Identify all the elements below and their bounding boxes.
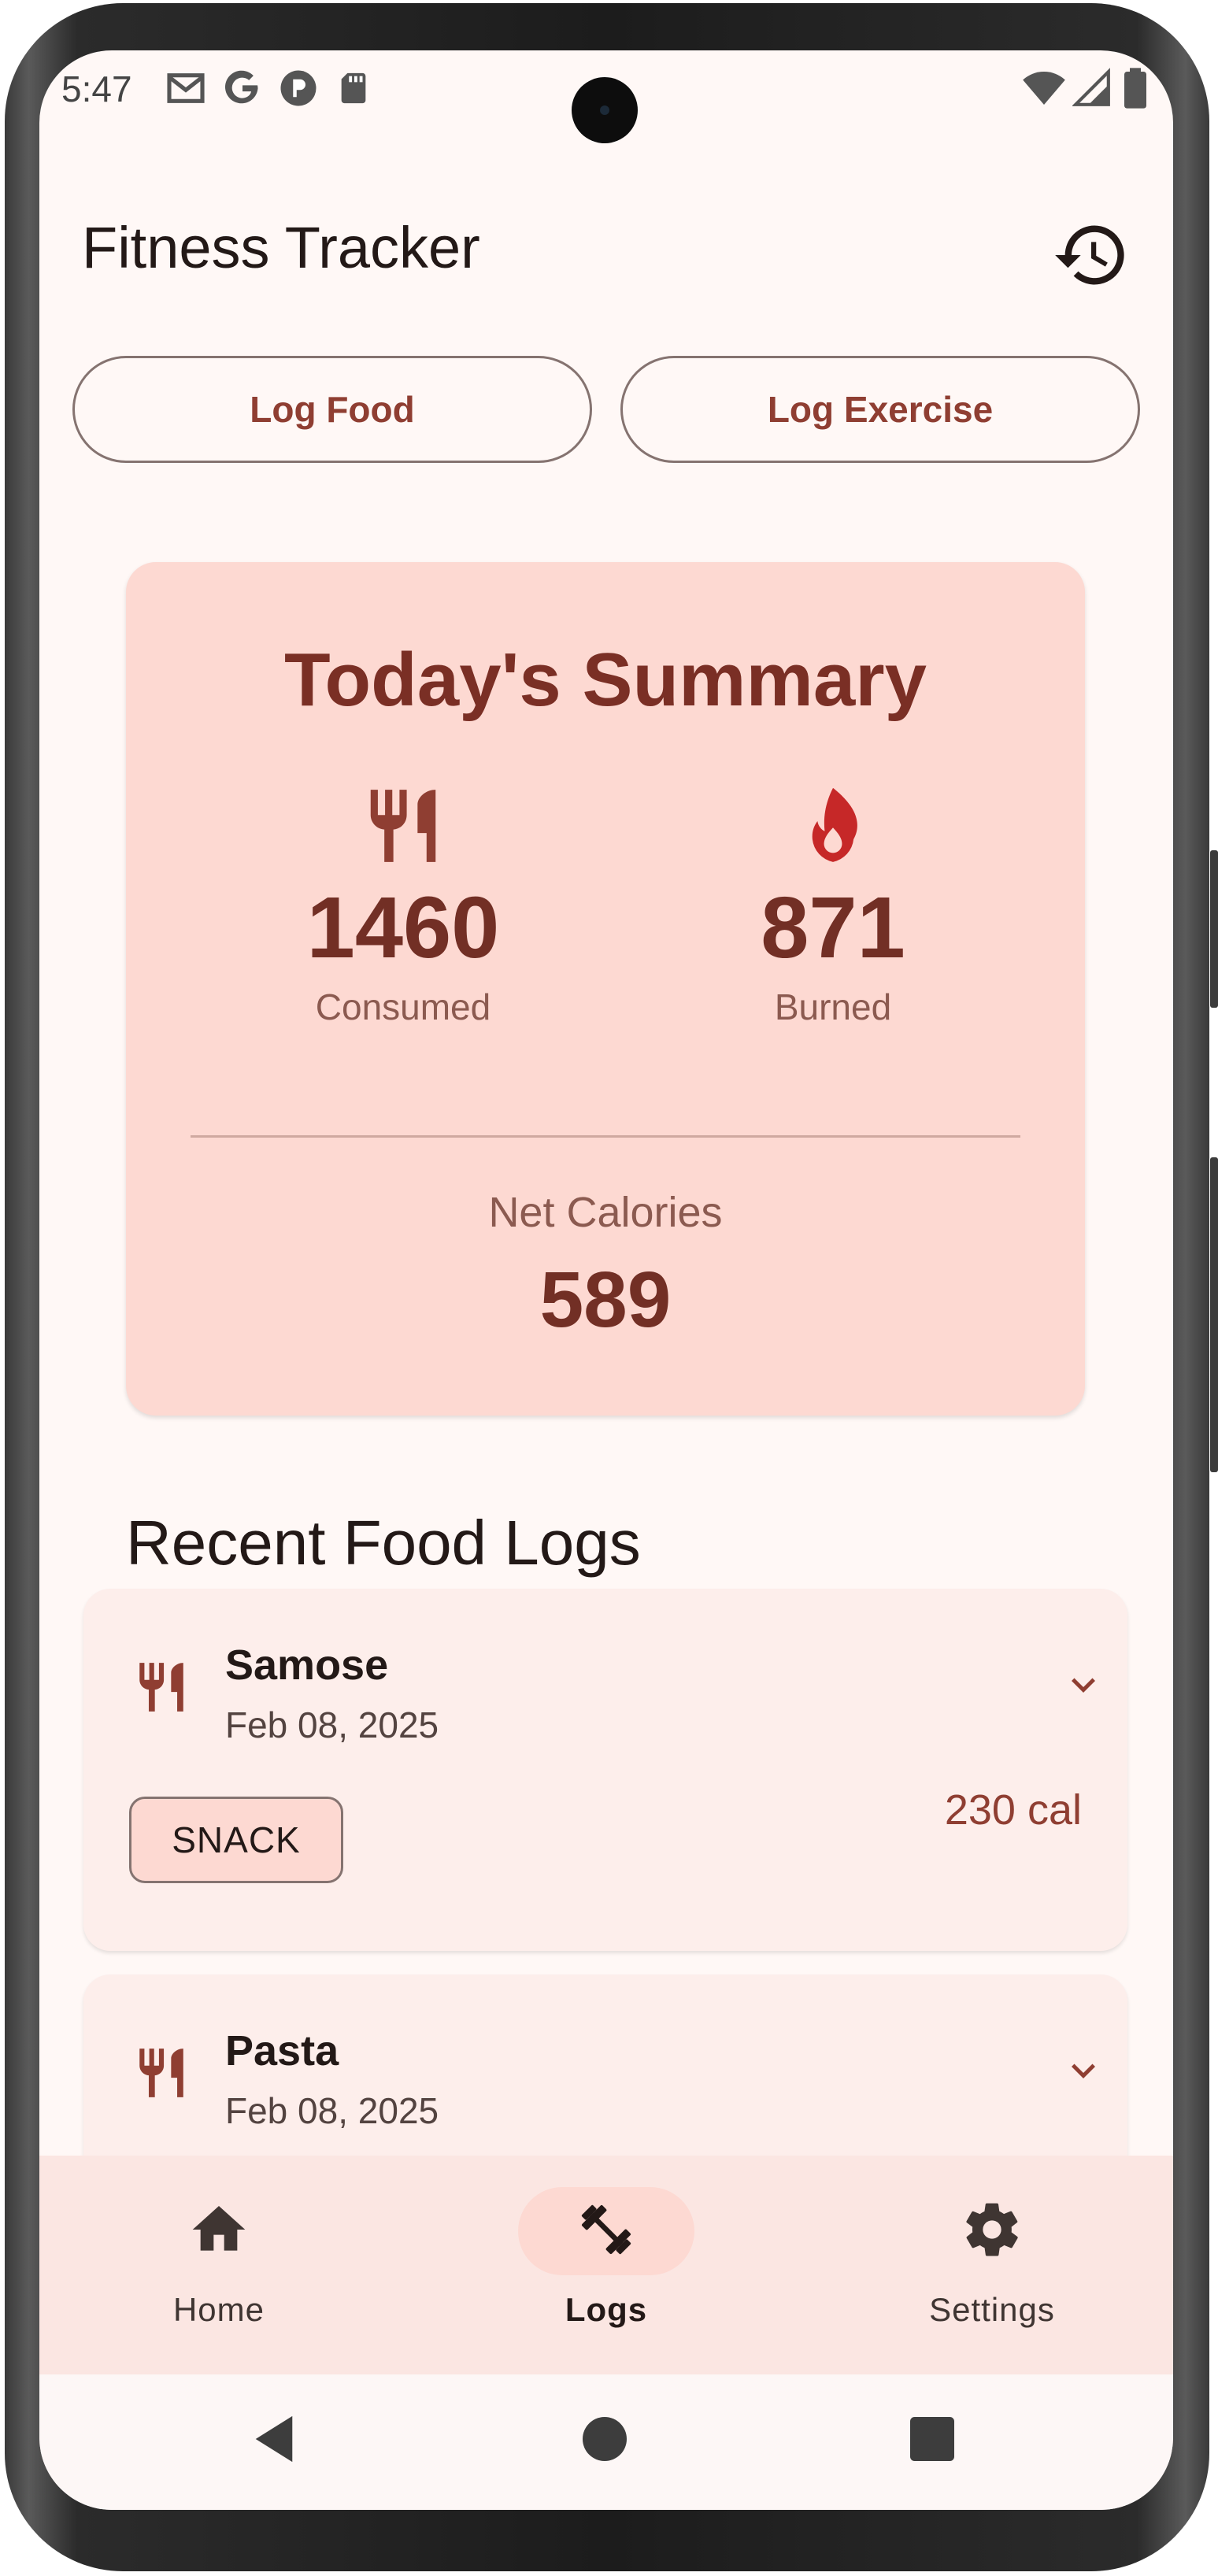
- food-log-date: Feb 08, 2025: [225, 2090, 439, 2131]
- nav-item-settings[interactable]: Settings: [866, 2156, 1118, 2374]
- restaurant-icon: [139, 1663, 183, 1712]
- power-button: [1210, 1157, 1218, 1472]
- nav-label-settings: Settings: [929, 2291, 1055, 2328]
- log-food-button[interactable]: Log Food: [72, 356, 592, 463]
- app-notification-icon: [280, 70, 317, 106]
- net-calories-label: Net Calories: [488, 1189, 723, 1236]
- consumed-stat: 1460 Consumed: [246, 783, 561, 1028]
- summary-divider: [191, 1135, 1020, 1138]
- dumbbell-icon: [581, 2204, 631, 2255]
- food-log-date: Feb 08, 2025: [225, 1704, 439, 1745]
- signal-icon: [1072, 68, 1110, 106]
- system-navigation-bar: [39, 2374, 1173, 2510]
- food-log-card[interactable]: Samose Feb 08, 2025 SNACK 230 cal: [83, 1589, 1127, 1951]
- chevron-down-icon[interactable]: [1060, 2047, 1107, 2094]
- recent-food-logs-title: Recent Food Logs: [126, 1508, 641, 1578]
- wifi-icon: [1023, 72, 1065, 105]
- status-bar: 5:47: [39, 50, 1173, 143]
- meal-category-badge: SNACK: [129, 1797, 343, 1883]
- bottom-navigation: Home Logs Settings: [39, 2156, 1173, 2374]
- nav-item-home[interactable]: Home: [93, 2156, 345, 2374]
- nav-label-logs: Logs: [565, 2291, 648, 2328]
- consumed-value: 1460: [306, 879, 500, 976]
- history-icon[interactable]: [1052, 216, 1131, 294]
- home-circle-icon[interactable]: [583, 2417, 627, 2461]
- home-icon: [192, 2206, 246, 2251]
- burned-stat: 871 Burned: [676, 783, 990, 1028]
- summary-title: Today's Summary: [284, 638, 927, 722]
- todays-summary-card: Today's Summary 1460 Consumed 871 Burned…: [126, 562, 1085, 1416]
- chevron-down-icon[interactable]: [1060, 1661, 1107, 1708]
- sd-card-icon: [341, 72, 366, 104]
- net-calories-value: 589: [539, 1256, 672, 1344]
- food-log-name: Pasta: [225, 2027, 339, 2074]
- food-log-calories: 230 cal: [944, 1786, 1082, 1834]
- app-title: Fitness Tracker: [82, 215, 480, 280]
- nav-label-home: Home: [172, 2291, 265, 2328]
- phone-device: 5:47 Fitness Tracker Log Food Log Exerci…: [0, 0, 1218, 2576]
- consumed-label: Consumed: [315, 986, 491, 1027]
- flame-icon: [812, 787, 857, 862]
- burned-label: Burned: [774, 986, 892, 1027]
- restaurant-icon: [370, 790, 436, 862]
- front-camera: [572, 77, 638, 143]
- nav-item-logs[interactable]: Logs: [480, 2156, 732, 2374]
- recents-icon[interactable]: [910, 2417, 954, 2461]
- battery-icon: [1124, 68, 1146, 109]
- log-exercise-button[interactable]: Log Exercise: [620, 356, 1140, 463]
- food-log-name: Samose: [225, 1641, 389, 1689]
- volume-button: [1210, 850, 1218, 1008]
- gear-icon: [966, 2203, 1018, 2256]
- back-icon[interactable]: [250, 2414, 298, 2464]
- restaurant-icon: [139, 2049, 183, 2097]
- status-time: 5:47: [61, 68, 132, 109]
- screen: 5:47 Fitness Tracker Log Food Log Exerci…: [39, 50, 1173, 2510]
- google-icon: [224, 70, 258, 104]
- gmail-icon: [167, 73, 205, 103]
- burned-value: 871: [761, 879, 905, 976]
